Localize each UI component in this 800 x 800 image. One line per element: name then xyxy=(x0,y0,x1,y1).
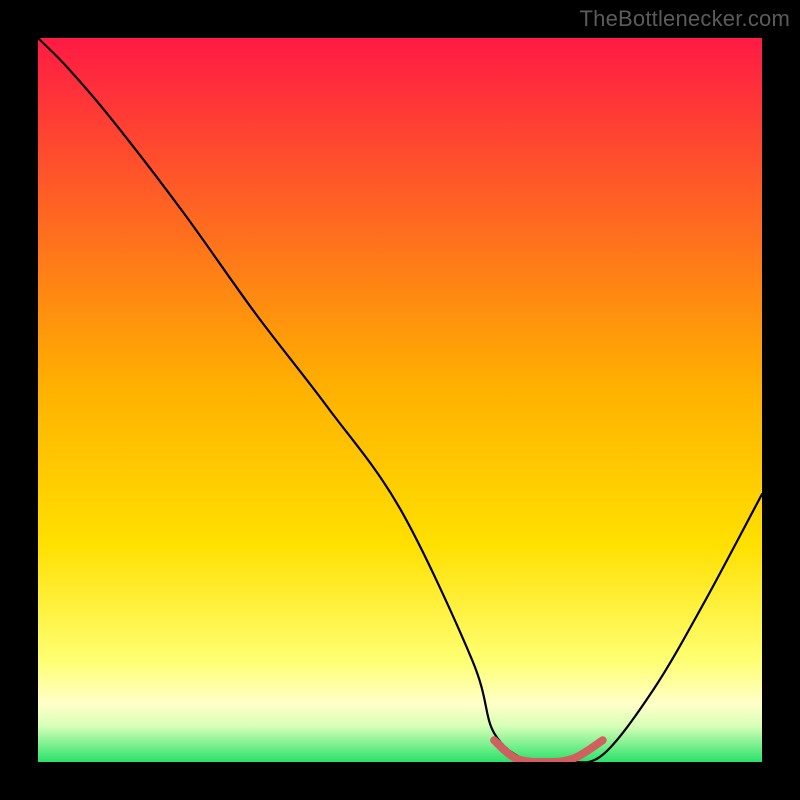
chart-frame: TheBottlenecker.com xyxy=(0,0,800,800)
gradient-background xyxy=(38,38,762,762)
plot-area xyxy=(38,38,762,762)
watermark-text: TheBottlenecker.com xyxy=(580,6,790,32)
chart-svg xyxy=(38,38,762,762)
